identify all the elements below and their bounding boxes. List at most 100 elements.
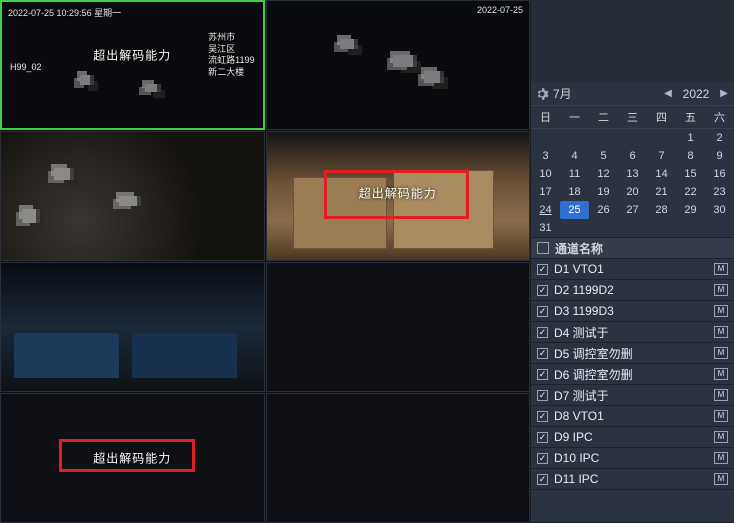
checkbox-icon[interactable]: ✓: [537, 474, 548, 485]
checkbox-icon[interactable]: ✓: [537, 285, 548, 296]
checkbox-icon[interactable]: ✓: [537, 390, 548, 401]
channel-row[interactable]: ✓ D1 VTO1M: [531, 259, 734, 280]
m-badge: M: [714, 473, 728, 485]
channel-name: D5 调控室勿删: [554, 345, 712, 362]
calendar-month[interactable]: 7月: [553, 85, 662, 102]
calendar-day[interactable]: 20: [618, 183, 647, 201]
channel-name: D11 IPC: [554, 472, 712, 486]
video-tile-7[interactable]: 超出解码能力: [0, 393, 265, 523]
channel-row[interactable]: ✓ D3 1199D3M: [531, 301, 734, 322]
calendar-day[interactable]: 17: [531, 183, 560, 201]
channel-row[interactable]: ✓D4 测试于M: [531, 322, 734, 343]
channel-name: D6 调控室勿删: [554, 366, 712, 383]
channel-row[interactable]: ✓ D2 1199D2M: [531, 280, 734, 301]
calendar-day[interactable]: 26: [589, 201, 618, 219]
channel-row[interactable]: ✓D6 调控室勿删M: [531, 364, 734, 385]
video-tile-4[interactable]: 超出解码能力: [266, 131, 531, 261]
calendar-day[interactable]: 5: [589, 147, 618, 165]
calendar-day[interactable]: 28: [647, 201, 676, 219]
checkbox-icon[interactable]: ✓: [537, 348, 548, 359]
channel-name: D2 1199D2: [554, 283, 712, 297]
m-badge: M: [714, 452, 728, 464]
calendar-day[interactable]: 9: [705, 147, 734, 165]
calendar-day[interactable]: 14: [647, 165, 676, 183]
checkbox-icon[interactable]: [537, 242, 549, 254]
calendar-blank: [589, 129, 618, 147]
timestamp: 2022-07-25: [477, 5, 523, 15]
calendar-dow: 五: [676, 106, 705, 129]
channel-row[interactable]: ✓D10 IPCM: [531, 448, 734, 469]
checkbox-icon[interactable]: ✓: [537, 264, 548, 275]
calendar-day[interactable]: 15: [676, 165, 705, 183]
calendar-year[interactable]: 2022: [674, 87, 718, 101]
m-badge: M: [714, 284, 728, 296]
calendar-dow: 四: [647, 106, 676, 129]
channel-list-header[interactable]: 通道名称: [531, 237, 734, 259]
video-tile-2[interactable]: 2022-07-25: [266, 0, 531, 130]
checkbox-icon[interactable]: ✓: [537, 306, 548, 317]
checkbox-icon[interactable]: ✓: [537, 411, 548, 422]
side-spacer: [531, 0, 734, 82]
calendar-blank: [560, 129, 589, 147]
decode-error-text: 超出解码能力: [359, 185, 437, 202]
calendar-blank: [618, 129, 647, 147]
m-badge: M: [714, 305, 728, 317]
calendar-day[interactable]: 11: [560, 165, 589, 183]
calendar-day[interactable]: 6: [618, 147, 647, 165]
calendar-day[interactable]: 10: [531, 165, 560, 183]
calendar-day[interactable]: 8: [676, 147, 705, 165]
calendar-day[interactable]: 2: [705, 129, 734, 147]
calendar-day[interactable]: 31: [531, 219, 560, 237]
checkbox-icon[interactable]: ✓: [537, 369, 548, 380]
channel-row[interactable]: ✓D7 测试于M: [531, 385, 734, 406]
channel-name: D1 VTO1: [554, 262, 712, 276]
m-badge: M: [714, 263, 728, 275]
m-badge: M: [714, 410, 728, 422]
channel-list[interactable]: ✓D1 VTO1M✓D2 1199D2M✓D3 1199D3M✓D4 测试于M✓…: [531, 259, 734, 522]
calendar-day[interactable]: 22: [676, 183, 705, 201]
calendar-day[interactable]: 13: [618, 165, 647, 183]
calendar-blank: [647, 129, 676, 147]
channel-header-label: 通道名称: [555, 240, 603, 257]
channel-row[interactable]: ✓D5 调控室勿删M: [531, 343, 734, 364]
channel-name: D4 测试于: [554, 324, 712, 341]
channel-row[interactable]: ✓ D11 IPCM: [531, 469, 734, 490]
video-tile-1[interactable]: 2022-07-25 10:29:56 星期一 H99_02 超出解码能力 苏州…: [0, 0, 265, 130]
side-panel: 7月 ◀ 2022 ▶ 日一二三四五六 12345678910111213141…: [530, 0, 734, 522]
video-tile-8[interactable]: [266, 393, 531, 523]
video-tile-6[interactable]: [266, 262, 531, 392]
decode-error-text: 超出解码能力: [93, 46, 171, 63]
checkbox-icon[interactable]: ✓: [537, 327, 548, 338]
month-next[interactable]: ▶: [718, 88, 730, 99]
month-prev[interactable]: ◀: [662, 88, 674, 99]
video-tile-3[interactable]: [0, 131, 265, 261]
checkbox-icon[interactable]: ✓: [537, 453, 548, 464]
calendar-day[interactable]: 1: [676, 129, 705, 147]
checkbox-icon[interactable]: ✓: [537, 432, 548, 443]
calendar-day[interactable]: 16: [705, 165, 734, 183]
calendar-day[interactable]: 18: [560, 183, 589, 201]
calendar-grid: 日一二三四五六 12345678910111213141516171819202…: [531, 106, 734, 237]
calendar-day[interactable]: 12: [589, 165, 618, 183]
calendar-day[interactable]: 21: [647, 183, 676, 201]
channel-name: D8 VTO1: [554, 409, 712, 423]
calendar-day[interactable]: 29: [676, 201, 705, 219]
channel-name: D3 1199D3: [554, 304, 712, 318]
channel-row[interactable]: ✓ D8 VTO1M: [531, 406, 734, 427]
calendar-header: 7月 ◀ 2022 ▶: [531, 82, 734, 106]
calendar-day[interactable]: 3: [531, 147, 560, 165]
calendar-day[interactable]: 19: [589, 183, 618, 201]
calendar-day[interactable]: 25: [560, 201, 589, 219]
calendar-day[interactable]: 30: [705, 201, 734, 219]
calendar-dow: 六: [705, 106, 734, 129]
channel-row[interactable]: ✓D9 IPCM: [531, 427, 734, 448]
m-badge: M: [714, 389, 728, 401]
gear-icon[interactable]: [535, 87, 549, 101]
calendar-day[interactable]: 27: [618, 201, 647, 219]
calendar-day[interactable]: 24: [531, 201, 560, 219]
calendar-day[interactable]: 23: [705, 183, 734, 201]
video-tile-5[interactable]: [0, 262, 265, 392]
calendar-day[interactable]: 7: [647, 147, 676, 165]
m-badge: M: [714, 431, 728, 443]
calendar-day[interactable]: 4: [560, 147, 589, 165]
